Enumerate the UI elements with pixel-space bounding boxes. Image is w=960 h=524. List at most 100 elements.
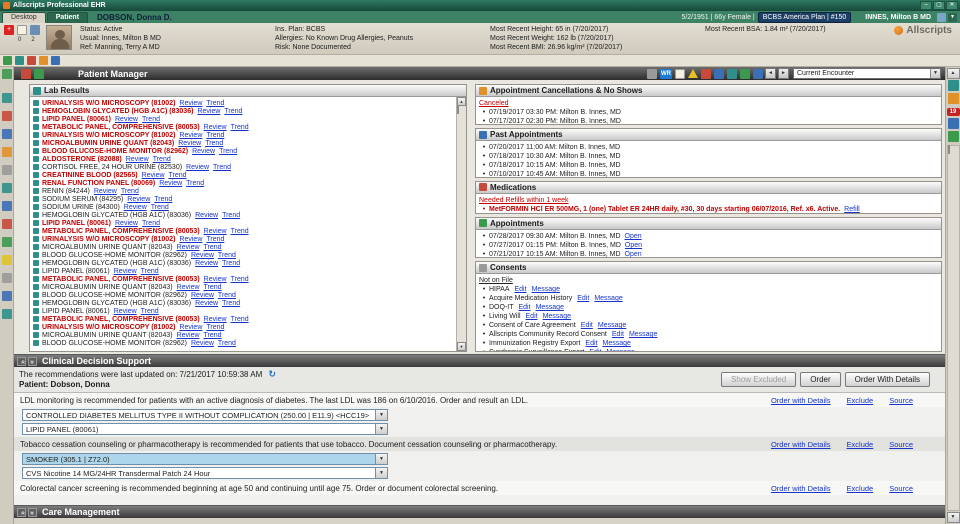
inbox-icon[interactable] (948, 93, 959, 104)
message-consent-link[interactable]: Message (602, 339, 630, 348)
trend-link[interactable]: Trend (169, 172, 187, 179)
trend-link[interactable]: Trend (151, 204, 169, 211)
exclude-link[interactable]: Exclude (847, 396, 874, 405)
collapse-icon[interactable] (17, 357, 26, 366)
rx-icon[interactable] (39, 56, 48, 65)
sidebar-nav-icon[interactable] (2, 255, 12, 265)
review-link[interactable]: Review (115, 116, 138, 123)
scroll-up-icon[interactable] (947, 68, 960, 79)
sidebar-nav-icon[interactable] (2, 201, 12, 211)
chevron-down-icon[interactable] (375, 454, 387, 464)
source-link[interactable]: Source (889, 396, 913, 405)
search-icon[interactable] (740, 69, 750, 79)
previous-encounter-button[interactable] (765, 68, 776, 79)
message-consent-link[interactable]: Message (606, 348, 634, 352)
chart-icon[interactable] (51, 56, 60, 65)
close-button[interactable] (946, 1, 958, 10)
problems-icon[interactable] (701, 69, 711, 79)
chevron-down-icon[interactable] (948, 13, 957, 22)
open-appointment-link[interactable]: Open (625, 250, 642, 258)
sidebar-nav-icon[interactable] (2, 183, 12, 193)
trend-link[interactable]: Trend (206, 324, 224, 331)
trend-link[interactable]: Trend (218, 292, 236, 299)
edit-consent-link[interactable]: Edit (585, 339, 597, 348)
collapse-icon[interactable] (17, 508, 26, 517)
sidebar-nav-icon[interactable] (2, 273, 12, 283)
documents-icon[interactable] (948, 131, 959, 142)
sidebar-nav-icon[interactable] (2, 93, 12, 103)
scroll-down-icon[interactable] (457, 342, 466, 351)
trend-link[interactable]: Trend (224, 108, 242, 115)
review-link[interactable]: Review (179, 132, 202, 139)
sidebar-nav-icon[interactable] (2, 69, 12, 79)
next-encounter-button[interactable] (778, 68, 789, 79)
exclude-link[interactable]: Exclude (847, 484, 874, 493)
alert-icon[interactable] (688, 69, 698, 78)
message-consent-link[interactable]: Message (532, 285, 560, 294)
trend-link[interactable]: Trend (141, 268, 159, 275)
review-link[interactable]: Review (192, 148, 215, 155)
team-icon[interactable] (727, 69, 737, 79)
refresh-icon[interactable] (269, 369, 277, 379)
tab-desktop[interactable]: Desktop (2, 12, 46, 23)
chart-summary-icon[interactable] (34, 69, 44, 79)
review-link[interactable]: Review (114, 268, 137, 275)
trend-link[interactable]: Trend (222, 260, 240, 267)
review-link[interactable]: Review (204, 276, 227, 283)
edit-consent-link[interactable]: Edit (526, 312, 538, 321)
scrollbar-track[interactable] (457, 106, 466, 342)
edit-consent-link[interactable]: Edit (519, 303, 531, 312)
chevron-down-icon[interactable] (375, 468, 387, 478)
sidebar-nav-icon[interactable] (2, 111, 12, 121)
tab-patient[interactable]: Patient (47, 12, 88, 23)
review-link[interactable]: Review (195, 260, 218, 267)
users-icon[interactable] (937, 13, 946, 22)
canceled-status-link[interactable]: Canceled (479, 100, 509, 107)
review-link[interactable]: Review (191, 340, 214, 347)
emergency-icon[interactable] (4, 25, 14, 35)
review-link[interactable]: Review (178, 140, 201, 147)
trend-link[interactable]: Trend (222, 212, 240, 219)
chevron-down-icon[interactable] (375, 424, 387, 434)
refills-status-link[interactable]: Needed Refills within 1 week (479, 197, 569, 204)
review-link[interactable]: Review (195, 212, 218, 219)
trend-link[interactable]: Trend (121, 188, 139, 195)
chevron-down-icon[interactable] (375, 410, 387, 420)
review-link[interactable]: Review (195, 300, 218, 307)
cds-select-dropdown[interactable]: SMOKER (305.1 | Z72.0) (22, 453, 388, 465)
review-link[interactable]: Review (197, 108, 220, 115)
sidebar-nav-icon[interactable] (2, 165, 12, 175)
order-with-details-link[interactable]: Order with Details (771, 440, 831, 449)
exclude-link[interactable]: Exclude (847, 440, 874, 449)
trend-link[interactable]: Trend (204, 332, 222, 339)
review-link[interactable]: Review (177, 284, 200, 291)
trend-link[interactable]: Trend (186, 180, 204, 187)
open-appointment-link[interactable]: Open (625, 241, 642, 250)
edit-consent-link[interactable]: Edit (581, 321, 593, 330)
message-consent-link[interactable]: Message (629, 330, 657, 339)
review-link[interactable]: Review (94, 188, 117, 195)
cds-select-dropdown[interactable]: CONTROLLED DIABETES MELLITUS TYPE II WIT… (22, 409, 388, 421)
source-link[interactable]: Source (889, 484, 913, 493)
edit-consent-link[interactable]: Edit (515, 285, 527, 294)
review-link[interactable]: Review (159, 180, 182, 187)
maximize-button[interactable] (933, 1, 945, 10)
results-icon[interactable] (948, 118, 959, 129)
edit-consent-link[interactable]: Edit (589, 348, 601, 352)
sidebar-nav-icon[interactable] (2, 147, 12, 157)
sidebar-nav-icon[interactable] (2, 129, 12, 139)
not-on-file-link[interactable]: Not on File (479, 277, 513, 284)
trend-link[interactable]: Trend (231, 124, 249, 131)
trend-link[interactable]: Trend (231, 316, 249, 323)
scrollbar-thumb[interactable] (457, 105, 459, 114)
review-link[interactable]: Review (191, 252, 214, 259)
order-with-details-button[interactable]: Order With Details (845, 372, 930, 387)
trend-link[interactable]: Trend (213, 164, 231, 171)
trend-link[interactable]: Trend (206, 236, 224, 243)
sidebar-nav-icon[interactable] (2, 237, 12, 247)
schedule-icon[interactable] (15, 56, 24, 65)
printer-icon[interactable] (647, 69, 657, 79)
trend-link[interactable]: Trend (204, 244, 222, 251)
note-icon[interactable] (675, 69, 685, 79)
lab-results-scrollbar[interactable] (456, 97, 466, 351)
